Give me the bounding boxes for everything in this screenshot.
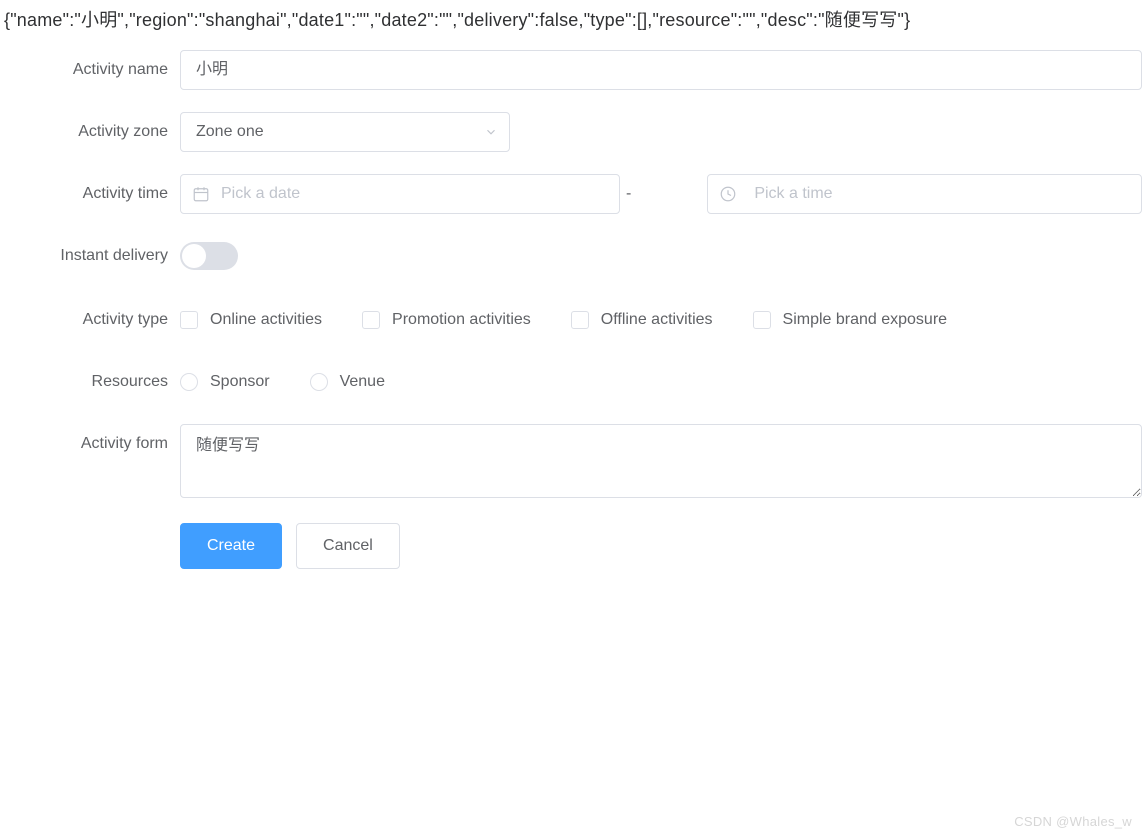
label-spacer: [0, 523, 180, 569]
label-activity-time: Activity time: [0, 174, 180, 214]
time-separator: -: [626, 185, 631, 203]
checkbox-box-icon: [571, 311, 589, 329]
date-picker[interactable]: [180, 174, 620, 214]
instant-delivery-switch[interactable]: [180, 242, 238, 270]
checkbox-label: Online activities: [210, 311, 322, 329]
checkbox-box-icon: [180, 311, 198, 329]
activity-form-textarea-wrap: [180, 424, 1142, 501]
activity-form: Activity name Activity zone Activity tim…: [0, 50, 1142, 569]
radio-sponsor[interactable]: Sponsor: [180, 373, 270, 391]
radio-circle-icon: [310, 373, 328, 391]
form-item-zone: Activity zone: [0, 112, 1142, 152]
checkbox-label: Promotion activities: [392, 311, 531, 329]
form-item-name: Activity name: [0, 50, 1142, 90]
activity-name-input[interactable]: [180, 50, 1142, 90]
activity-form-textarea[interactable]: [180, 424, 1142, 498]
form-item-time: Activity time -: [0, 174, 1142, 214]
checkbox-online[interactable]: Online activities: [180, 311, 322, 329]
activity-name-input-wrap: [180, 50, 1142, 90]
radio-label: Sponsor: [210, 373, 270, 391]
radio-venue[interactable]: Venue: [310, 373, 385, 391]
form-item-type: Activity type Online activities Promotio…: [0, 300, 1142, 340]
form-item-desc: Activity form: [0, 424, 1142, 501]
activity-zone-value[interactable]: [180, 112, 510, 152]
label-instant-delivery: Instant delivery: [0, 236, 180, 276]
radio-circle-icon: [180, 373, 198, 391]
checkbox-offline[interactable]: Offline activities: [571, 311, 713, 329]
resources-group: Sponsor Venue: [180, 362, 385, 402]
time-input[interactable]: [707, 174, 1142, 214]
checkbox-label: Simple brand exposure: [783, 311, 948, 329]
form-state-json: {"name":"小明","region":"shanghai","date1"…: [0, 0, 1142, 34]
label-activity-zone: Activity zone: [0, 112, 180, 152]
label-activity-name: Activity name: [0, 50, 180, 90]
date-input[interactable]: [180, 174, 620, 214]
checkbox-box-icon: [753, 311, 771, 329]
time-picker[interactable]: [707, 174, 1142, 214]
form-item-resources: Resources Sponsor Venue: [0, 362, 1142, 402]
create-button[interactable]: Create: [180, 523, 282, 569]
watermark: CSDN @Whales_w: [1014, 814, 1132, 829]
form-item-buttons: Create Cancel: [0, 523, 1142, 569]
checkbox-label: Offline activities: [601, 311, 713, 329]
label-activity-type: Activity type: [0, 300, 180, 340]
label-resources: Resources: [0, 362, 180, 402]
form-item-delivery: Instant delivery: [0, 236, 1142, 276]
checkbox-promotion[interactable]: Promotion activities: [362, 311, 531, 329]
radio-label: Venue: [340, 373, 385, 391]
cancel-button[interactable]: Cancel: [296, 523, 400, 569]
checkbox-simple[interactable]: Simple brand exposure: [753, 311, 948, 329]
checkbox-box-icon: [362, 311, 380, 329]
activity-zone-select[interactable]: [180, 112, 510, 152]
activity-type-group: Online activities Promotion activities O…: [180, 300, 947, 340]
label-activity-form: Activity form: [0, 424, 180, 501]
